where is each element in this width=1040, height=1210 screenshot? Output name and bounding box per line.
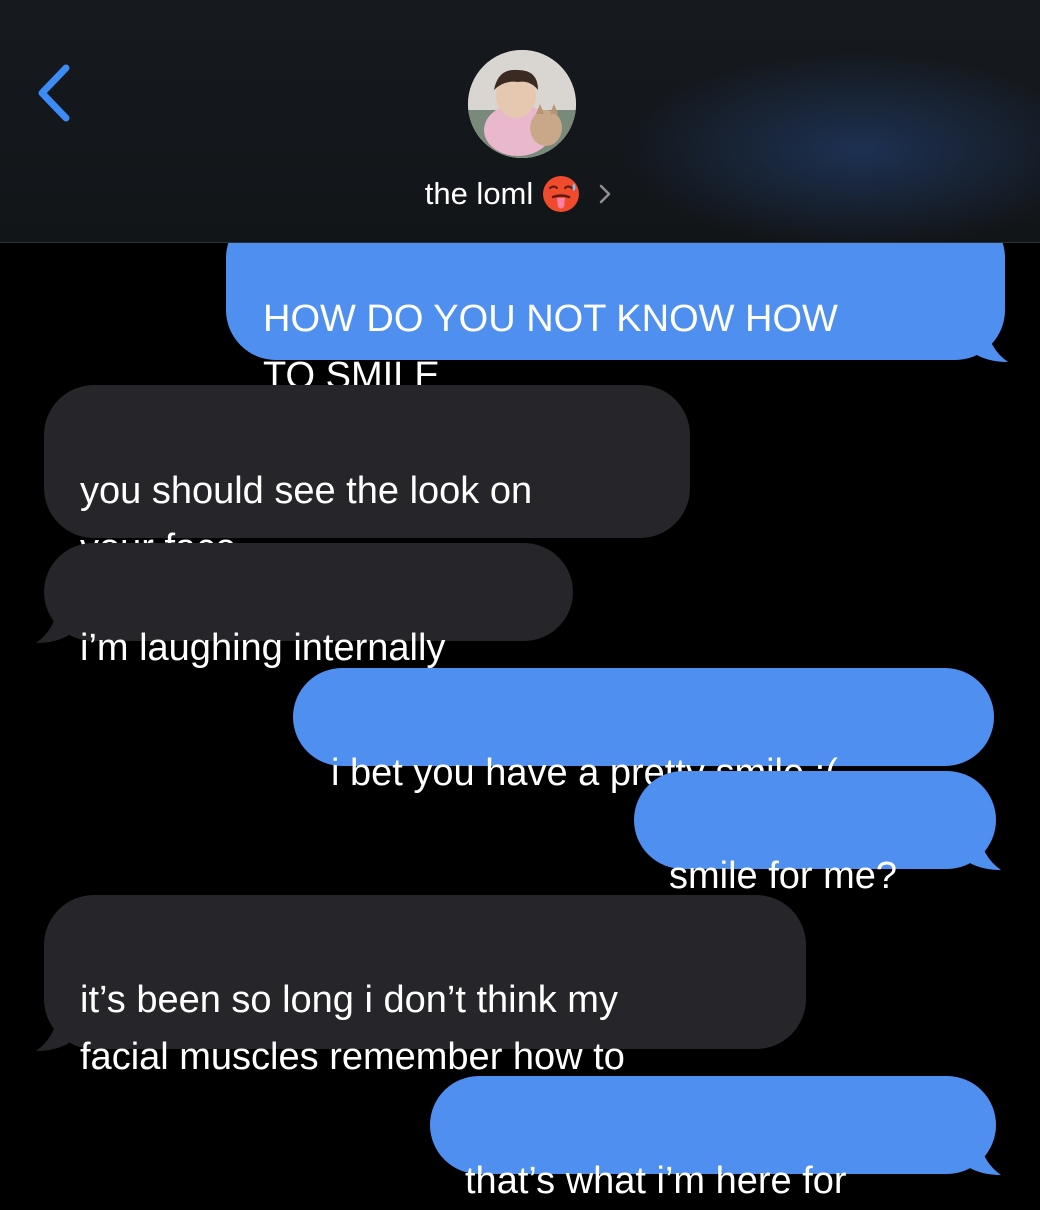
bubble-tail <box>965 830 1001 870</box>
message-bubble-incoming[interactable]: i’m laughing internally <box>44 543 573 669</box>
bubble-tail <box>36 1011 72 1051</box>
message-bubble-outgoing[interactable]: smile for me? <box>634 771 996 897</box>
message-bubble-outgoing[interactable]: i bet you have a pretty smile :( <box>293 668 994 794</box>
message-text: i’m laughing internally <box>80 627 446 669</box>
bubble-tail <box>972 322 1008 362</box>
message-bubble-incoming[interactable]: it’s been so long i don’t think my facia… <box>44 895 806 1078</box>
message-bubble-incoming[interactable]: you should see the look on your face <box>44 385 690 569</box>
back-button[interactable] <box>28 60 84 130</box>
bubble-tail <box>965 1135 1001 1175</box>
hot-face-emoji <box>543 175 580 212</box>
bubble-tail <box>36 603 72 643</box>
contact-details-button[interactable]: the loml <box>0 170 1040 216</box>
message-text: HOW DO YOU NOT KNOW HOW TO SMILE <box>263 298 838 397</box>
message-text: that’s what i’m here for <box>465 1160 847 1202</box>
avatar-photo <box>468 50 576 158</box>
message-text: smile for me? <box>669 855 898 897</box>
contact-avatar[interactable] <box>468 50 576 158</box>
chevron-right-icon <box>600 184 611 204</box>
conversation-header: the loml <box>0 0 1040 243</box>
message-text: it’s been so long i don’t think my facia… <box>80 979 625 1078</box>
contact-name: the loml <box>424 175 534 211</box>
message-bubble-outgoing[interactable]: that’s what i’m here for <box>430 1076 996 1202</box>
chevron-left-icon <box>38 64 70 122</box>
